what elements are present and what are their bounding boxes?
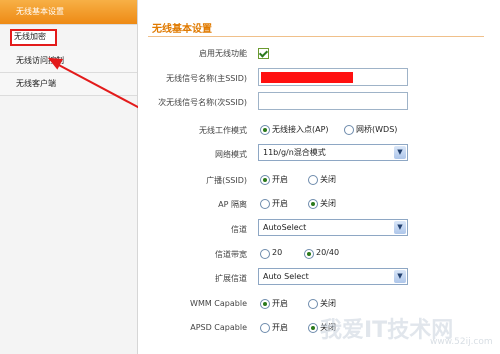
ap-isolation-label: AP 隔离: [218, 200, 247, 209]
bandwidth-label: 信道带宽: [215, 250, 247, 259]
mode-ap-radio[interactable]: [260, 125, 270, 135]
channel-label: 信道: [231, 225, 247, 234]
bandwidth-20-label: 20: [272, 248, 283, 257]
ext-channel-value: Auto Select: [263, 272, 309, 281]
broadcast-label: 广播(SSID): [206, 176, 247, 185]
wmm-off-label: 关闭: [320, 299, 336, 308]
ssid2-input[interactable]: [258, 92, 408, 110]
broadcast-on-radio[interactable]: [260, 175, 270, 185]
apsd-off-radio[interactable]: [308, 323, 318, 333]
enable-wireless-checkbox[interactable]: [258, 48, 269, 59]
sidebar-item-clients[interactable]: 无线客户端: [0, 73, 137, 96]
broadcast-on-label: 开启: [272, 175, 288, 184]
ssid-input[interactable]: [258, 68, 408, 86]
wireless-mode-label: 无线工作模式: [199, 126, 247, 135]
wmm-label: WMM Capable: [190, 299, 247, 308]
ap-isolation-on-label: 开启: [272, 199, 288, 208]
broadcast-off-radio[interactable]: [308, 175, 318, 185]
row-ssid: 无线信号名称(主SSID): [138, 68, 500, 88]
network-mode-value: 11b/g/n混合模式: [263, 148, 326, 157]
row-channel: 信道 AutoSelect ▼: [138, 219, 500, 239]
ext-channel-select[interactable]: Auto Select ▼: [258, 268, 408, 285]
title-divider: [148, 36, 484, 37]
wmm-off-radio[interactable]: [308, 299, 318, 309]
bandwidth-2040-label: 20/40: [316, 248, 340, 257]
bandwidth-20-radio[interactable]: [260, 249, 270, 259]
row-network-mode: 网络模式 11b/g/n混合模式 ▼: [138, 144, 500, 164]
redaction-bar: [261, 72, 353, 83]
row-ssid2: 次无线信号名称(次SSID): [138, 92, 500, 112]
ssid-label: 无线信号名称(主SSID): [166, 74, 247, 83]
network-mode-label: 网络模式: [215, 150, 247, 159]
mode-wds-radio[interactable]: [344, 125, 354, 135]
bandwidth-2040-radio[interactable]: [304, 249, 314, 259]
row-broadcast: 广播(SSID) 开启 关闭: [138, 172, 500, 190]
channel-select[interactable]: AutoSelect ▼: [258, 219, 408, 236]
ap-isolation-off-radio[interactable]: [308, 199, 318, 209]
watermark-url: www.52ij.com: [430, 337, 493, 347]
sidebar-item-encryption[interactable]: 无线加密: [10, 29, 57, 46]
channel-value: AutoSelect: [263, 223, 307, 232]
row-bandwidth: 信道带宽 20 20/40: [138, 246, 500, 264]
wmm-on-label: 开启: [272, 299, 288, 308]
main-panel: 无线基本设置 启用无线功能 无线信号名称(主SSID) 次无线信号名称(次SSI…: [138, 0, 500, 354]
apsd-label: APSD Capable: [190, 323, 247, 332]
row-ap-isolation: AP 隔离 开启 关闭: [138, 196, 500, 214]
sidebar-item-basic[interactable]: 无线基本设置: [0, 0, 137, 25]
network-mode-select[interactable]: 11b/g/n混合模式 ▼: [258, 144, 408, 161]
ap-isolation-on-radio[interactable]: [260, 199, 270, 209]
wmm-on-radio[interactable]: [260, 299, 270, 309]
row-enable-wireless: 启用无线功能: [138, 45, 500, 63]
apsd-on-label: 开启: [272, 323, 288, 332]
page-title: 无线基本设置: [152, 24, 212, 35]
row-ext-channel: 扩展信道 Auto Select ▼: [138, 268, 500, 288]
apsd-on-radio[interactable]: [260, 323, 270, 333]
row-wireless-mode: 无线工作模式 无线接入点(AP) 网桥(WDS): [138, 122, 500, 140]
broadcast-off-label: 关闭: [320, 175, 336, 184]
chevron-down-icon: ▼: [394, 146, 406, 159]
ext-channel-label: 扩展信道: [215, 274, 247, 283]
ssid2-label: 次无线信号名称(次SSID): [158, 98, 247, 107]
ap-isolation-off-label: 关闭: [320, 199, 336, 208]
sidebar: 无线基本设置 无线加密 无线访问控制 无线客户端: [0, 0, 138, 354]
enable-wireless-label: 启用无线功能: [199, 49, 247, 58]
chevron-down-icon: ▼: [394, 270, 406, 283]
mode-ap-label: 无线接入点(AP): [272, 125, 329, 134]
chevron-down-icon: ▼: [394, 221, 406, 234]
mode-wds-label: 网桥(WDS): [356, 125, 398, 134]
